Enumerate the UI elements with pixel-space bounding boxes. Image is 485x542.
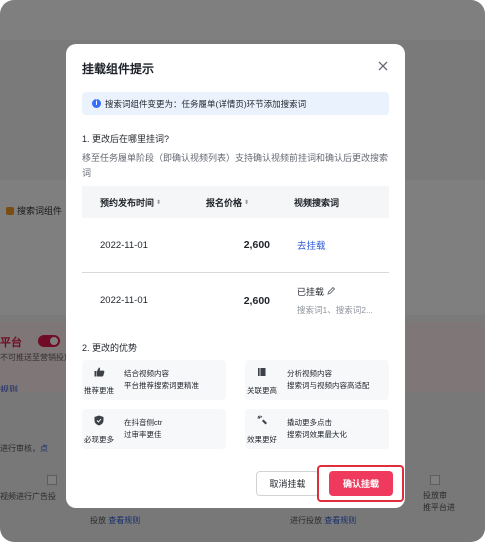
mounted-words: 搜索词1、搜索词2... (297, 305, 374, 315)
advantage-card: 必现更多 在抖音侧ctr 过审率更佳 (82, 409, 226, 449)
section1-description: 移至任务履单阶段（即确认视频列表）支持确认视频前挂词和确认后更改搜索词 (82, 153, 389, 178)
cell-date: 2022-11-01 (100, 239, 148, 251)
header-search-words: 视频搜索词 (294, 197, 340, 208)
cell-price: 2,600 (243, 294, 270, 307)
table-row: 2022-11-01 2,600 已挂载 搜索词1、搜索词2... (82, 273, 389, 328)
info-banner: i 搜索词组件变更为：任务履单(详情页)环节添加搜索词 (82, 92, 389, 115)
advantage-card: 推荐更准 结合视频内容 平台推荐搜索词更精准 (82, 360, 226, 400)
table-header: 预约发布时间 ⬍ 报名价格 ⬍ 视频搜索词 (82, 186, 389, 218)
header-publish-time[interactable]: 预约发布时间 ⬍ (82, 196, 192, 209)
header-price[interactable]: 报名价格 ⬍ (192, 196, 282, 209)
book-icon (257, 364, 267, 382)
edit-icon[interactable] (327, 286, 336, 297)
mount-link[interactable]: 去挂载 (297, 241, 326, 252)
cell-price: 2,600 (243, 239, 270, 251)
section1-title: 1. 更改后在哪里挂词? (82, 134, 170, 144)
confirm-mount-button[interactable]: 确认挂载 (329, 471, 393, 496)
cancel-mount-button[interactable]: 取消挂载 (256, 471, 319, 496)
cell-date: 2022-11-01 (100, 295, 148, 306)
section2-title: 2. 更改的优势 (82, 343, 138, 353)
info-text: 搜索词组件变更为：任务履单(详情页)环节添加搜索词 (105, 98, 307, 109)
sparkle-icon (257, 413, 268, 431)
mount-component-dialog: 挂载组件提示 i 搜索词组件变更为：任务履单(详情页)环节添加搜索词 1. 更改… (66, 44, 405, 508)
table-row: 2022-11-01 2,600 去挂载 (82, 218, 389, 273)
shield-icon (94, 413, 104, 431)
preview-table: 预约发布时间 ⬍ 报名价格 ⬍ 视频搜索词 2022-11-01 2,600 去挂载… (82, 186, 389, 328)
sort-icon[interactable]: ⬍ (244, 200, 249, 206)
sort-icon[interactable]: ⬍ (156, 200, 161, 206)
mounted-status: 已挂载 (297, 285, 373, 298)
close-icon[interactable] (375, 58, 391, 74)
info-icon: i (92, 99, 101, 108)
advantage-card: 关联更高 分析视频内容 搜索词与视频内容高适配 (245, 360, 389, 400)
dialog-title: 挂载组件提示 (82, 62, 155, 76)
advantage-card: 效果更好 撬动更多点击 搜索词效果最大化 (245, 409, 389, 449)
thumbs-up-icon (94, 364, 105, 382)
